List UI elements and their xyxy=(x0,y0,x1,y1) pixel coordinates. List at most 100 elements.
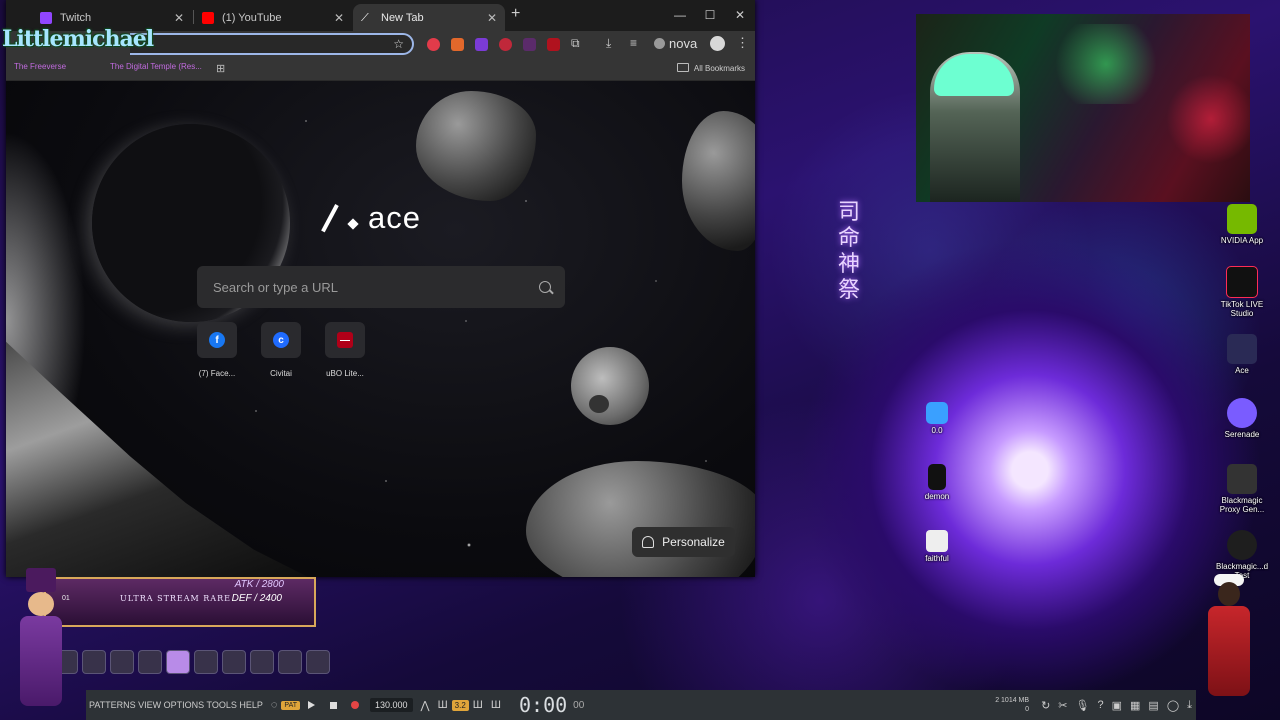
ace-icon xyxy=(1227,334,1257,364)
desktop-icon-label: 0.0 xyxy=(931,426,943,435)
inventory-slot[interactable] xyxy=(306,650,330,674)
stop-button[interactable] xyxy=(325,697,341,713)
santa-coat xyxy=(1208,606,1250,696)
shortcut-civitai[interactable]: c Civitai xyxy=(249,322,313,378)
search-icon[interactable] xyxy=(539,281,551,293)
nova-label: nova xyxy=(669,36,698,51)
desktop-icon-label: Ace xyxy=(1235,366,1249,375)
wait-icon[interactable]: Ш xyxy=(438,699,448,711)
all-bookmarks-button[interactable]: All Bookmarks xyxy=(676,63,745,73)
extension-icon[interactable] xyxy=(547,38,560,51)
apps-grid-icon[interactable]: ⊞ xyxy=(216,62,225,75)
desktop-icon-nvidia[interactable]: NVIDIA App xyxy=(1216,204,1268,245)
shortcut-ubo-lite[interactable]: — uBO Lite... xyxy=(313,322,377,378)
download-icon[interactable]: ⤓ xyxy=(606,36,611,51)
extension-icon[interactable] xyxy=(499,38,512,51)
mixer-icon[interactable]: ▦ xyxy=(1130,699,1140,712)
pattern-mode-button[interactable]: PAT xyxy=(281,700,300,710)
inventory-slot[interactable] xyxy=(82,650,106,674)
bookmark-star-icon[interactable]: ☆ xyxy=(393,37,404,51)
personalize-button[interactable]: Personalize xyxy=(632,527,735,557)
tab-youtube[interactable]: (1) YouTube ✕ xyxy=(194,4,352,31)
loop-icon[interactable]: ◌ xyxy=(271,699,278,711)
desktop-icon-tiktok[interactable]: TikTok LIVE Studio xyxy=(1216,266,1268,318)
chat-icon[interactable]: ◯ xyxy=(1167,699,1179,712)
media-icon[interactable]: ≡ xyxy=(630,36,637,50)
bookmarks-bar: The Freeverse The Digital Temple (Res...… xyxy=(6,58,755,81)
shortcut-label: Civitai xyxy=(270,369,292,378)
save-icon[interactable]: ▣ xyxy=(1112,699,1122,712)
extension-icon[interactable] xyxy=(451,38,464,51)
step-badge[interactable]: 3.2 xyxy=(451,699,469,711)
nvidia-icon xyxy=(1227,204,1257,234)
daw-menus[interactable]: PATTERNS VIEW OPTIONS TOOLS HELP xyxy=(89,700,263,710)
inventory-slot[interactable] xyxy=(166,650,190,674)
desktop-icon-serenade[interactable]: Serenade xyxy=(1216,398,1268,439)
close-icon[interactable]: ✕ xyxy=(487,11,497,25)
desktop-icon-ace[interactable]: Ace xyxy=(1216,334,1268,375)
tab-new-tab[interactable]: ⟋ New Tab ✕ xyxy=(353,4,505,31)
extensions-puzzle-icon[interactable]: ⧉ xyxy=(571,36,580,51)
inventory-slot[interactable] xyxy=(194,650,218,674)
close-window-button[interactable]: ✕ xyxy=(730,6,750,24)
typing-keyboard-icon[interactable]: Ш xyxy=(491,699,501,711)
extension-icon[interactable] xyxy=(475,38,488,51)
minimize-button[interactable]: — xyxy=(670,6,690,24)
shortcut-facebook[interactable]: f (7) Face... xyxy=(185,322,249,378)
inventory-slot[interactable] xyxy=(110,650,134,674)
desktop-icon-demon[interactable]: demon xyxy=(911,464,963,501)
tempo-display[interactable]: 130.000 xyxy=(370,698,413,712)
inventory-slot[interactable] xyxy=(222,650,246,674)
desktop-icon-0-0[interactable]: 0.0 xyxy=(911,402,963,435)
personalize-icon xyxy=(642,536,655,548)
search-input[interactable] xyxy=(211,278,539,296)
search-box[interactable] xyxy=(197,266,565,308)
shortcut-tile[interactable]: f xyxy=(197,322,237,358)
small-moon xyxy=(571,347,649,425)
tab-title: (1) YouTube xyxy=(222,11,282,24)
refresh-icon[interactable]: ↻ xyxy=(1041,699,1050,712)
close-icon[interactable]: ✕ xyxy=(174,11,184,25)
play-button[interactable] xyxy=(303,697,319,713)
blackmagic-icon xyxy=(1227,464,1257,494)
bookmark-item[interactable]: The Freeverse xyxy=(14,62,66,71)
maximize-button[interactable]: ☐ xyxy=(700,6,720,24)
shortcut-tile[interactable]: c xyxy=(261,322,301,358)
browser-menu-icon[interactable]: ⋮ xyxy=(736,35,749,51)
santa-figure xyxy=(1200,566,1258,716)
ace-logo-text: ace xyxy=(368,200,421,235)
microphone-icon[interactable]: 🎙 xyxy=(1076,699,1090,712)
profile-avatar[interactable] xyxy=(710,36,725,51)
metronome-icon[interactable]: ⋀ xyxy=(421,699,430,712)
personalize-label: Personalize xyxy=(662,535,725,549)
bookmark-item[interactable]: The Digital Temple (Res... xyxy=(110,62,202,71)
record-button[interactable] xyxy=(347,697,363,713)
inventory-slot[interactable] xyxy=(278,650,302,674)
desktop-icon-label: NVIDIA App xyxy=(1220,236,1264,245)
help-icon[interactable]: ? xyxy=(1097,699,1103,711)
cut-icon[interactable]: ✂ xyxy=(1058,699,1067,712)
extension-icon[interactable] xyxy=(523,38,536,51)
inventory-slot[interactable] xyxy=(138,650,162,674)
plugin-icon[interactable]: ▤ xyxy=(1148,699,1158,712)
song-time-fraction: 00 xyxy=(573,699,585,711)
webcam-overlay xyxy=(916,14,1250,202)
song-time: 0:00 xyxy=(518,693,568,717)
cpu-memory-value: 2 1014 MB xyxy=(995,697,1030,704)
inventory-slot[interactable] xyxy=(250,650,274,674)
shortcut-tile[interactable]: — xyxy=(325,322,365,358)
polyphony-value: 0 xyxy=(1025,706,1030,713)
address-bar[interactable]: ☆ xyxy=(130,33,414,55)
nova-extension[interactable]: nova xyxy=(654,36,697,51)
extension-icon[interactable] xyxy=(427,38,440,51)
desktop-icon-blackmagic-proxy[interactable]: Blackmagic Proxy Gen... xyxy=(1216,464,1268,514)
new-tab-button[interactable]: + xyxy=(511,5,520,23)
blend-icon[interactable]: Ш xyxy=(473,699,483,711)
close-icon[interactable]: ✕ xyxy=(334,11,344,25)
desktop-icon-faithful[interactable]: faithful xyxy=(911,530,963,563)
blackmagic-disk-icon xyxy=(1227,530,1257,560)
export-icon[interactable]: ⤓ xyxy=(1187,699,1192,712)
card-def: DEF / 2400 xyxy=(231,593,282,604)
desktop-icon-label: demon xyxy=(924,492,950,501)
image-icon xyxy=(928,464,946,490)
